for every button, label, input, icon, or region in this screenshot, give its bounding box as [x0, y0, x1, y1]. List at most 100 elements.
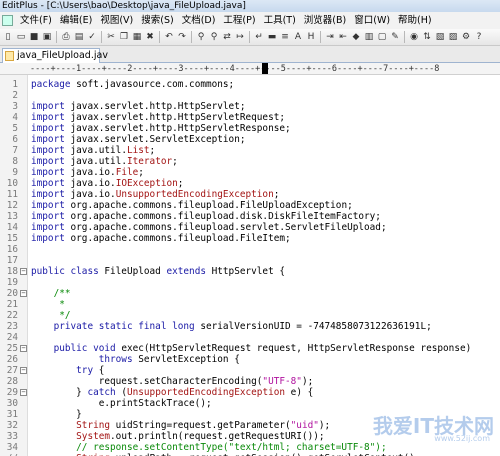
token-kw: catch [87, 387, 116, 398]
fold-toggle-icon[interactable]: − [20, 389, 27, 396]
code-line[interactable]: 28 request.setCharacterEncoding("UTF-8")… [0, 376, 500, 387]
fold-toggle-icon[interactable]: − [20, 268, 27, 275]
find-icon[interactable]: ⚲ [195, 31, 207, 44]
code-line[interactable]: 13 import org.apache.commons.fileupload.d… [0, 211, 500, 222]
token-plain: ); [318, 420, 331, 431]
code-editor[interactable]: 1 package soft.javasource.com.commons; 2 3 i… [0, 75, 500, 456]
indent-icon[interactable]: ⇥ [324, 31, 336, 44]
line-number: 28 [6, 376, 18, 387]
fold-toggle-icon[interactable]: − [20, 290, 27, 297]
menu-item-6[interactable]: 工具(T) [260, 13, 300, 28]
print-preview-icon[interactable]: ▤ [73, 31, 85, 44]
code-line[interactable]: 8 import java.util.Iterator; [0, 156, 500, 167]
column-select-icon[interactable]: ▥ [363, 31, 375, 44]
save-icon[interactable]: ■ [28, 31, 40, 44]
menu-item-8[interactable]: 窗口(W) [350, 13, 394, 28]
token-kw: try [31, 365, 94, 376]
code-line[interactable]: 15 import org.apache.commons.fileupload.F… [0, 233, 500, 244]
code-line[interactable]: 25− public void exec(HttpServletRequest … [0, 343, 500, 354]
code-line[interactable]: 16 [0, 244, 500, 255]
code-line[interactable]: 29− } catch (UnsupportedEncodingExceptio… [0, 387, 500, 398]
fold-toggle-icon[interactable]: − [20, 345, 27, 352]
cut-icon[interactable]: ✂ [105, 31, 117, 44]
bookmark-icon[interactable]: ◆ [350, 31, 362, 44]
help-icon[interactable]: ? [473, 31, 485, 44]
code-line[interactable]: 30 e.printStackTrace(); [0, 398, 500, 409]
font-icon[interactable]: A [292, 31, 304, 44]
find-next-icon[interactable]: ⚲ [208, 31, 220, 44]
code-line[interactable]: 21 * [0, 299, 500, 310]
token-cls: IOException [115, 178, 178, 189]
print-icon[interactable]: ⎙ [60, 31, 72, 44]
line-number: 17 [6, 255, 18, 266]
code-line[interactable]: 23 private static final long serialVersi… [0, 321, 500, 332]
code-line[interactable]: 7 import java.util.List; [0, 145, 500, 156]
menu-item-0[interactable]: 文件(F) [16, 13, 56, 28]
line-number: 18 [6, 266, 18, 277]
code-line[interactable]: 2 [0, 90, 500, 101]
code-line[interactable]: 1 package soft.javasource.com.commons; [0, 79, 500, 90]
view-toggle-icon[interactable]: ▢ [376, 31, 388, 44]
line-number: 11 [6, 189, 18, 200]
code-line[interactable]: 3 import javax.servlet.http.HttpServlet; [0, 101, 500, 112]
code-line[interactable]: 27− try { [0, 365, 500, 376]
code-line[interactable]: 24 [0, 332, 500, 343]
app-icon[interactable] [2, 15, 13, 26]
code-line[interactable]: 5 import javax.servlet.http.HttpServletRe… [0, 123, 500, 134]
code-line[interactable]: 12 import org.apache.commons.fileupload.F… [0, 200, 500, 211]
ftp-icon[interactable]: ⇅ [421, 31, 433, 44]
line-number-icon[interactable]: ≡ [279, 31, 291, 44]
token-plain: ( [115, 387, 127, 398]
code-text: import org.apache.commons.fileupload.ser… [31, 222, 387, 233]
copy-icon[interactable]: ❐ [118, 31, 130, 44]
browser-icon[interactable]: ◉ [408, 31, 420, 44]
menu-item-5[interactable]: 工程(P) [219, 13, 259, 28]
menu-item-9[interactable]: 帮助(H) [394, 13, 436, 28]
code-line[interactable]: 20− /** [0, 288, 500, 299]
undo-icon[interactable]: ↶ [163, 31, 175, 44]
directory-icon[interactable]: ▨ [447, 31, 459, 44]
goto-icon[interactable]: ↦ [234, 31, 246, 44]
code-line[interactable]: 19 [0, 277, 500, 288]
line-number: 19 [6, 277, 18, 288]
menu-item-2[interactable]: 视图(V) [96, 13, 137, 28]
code-line[interactable]: 11 import java.io.UnsupportedEncodingExce… [0, 189, 500, 200]
menu-item-3[interactable]: 搜索(S) [137, 13, 177, 28]
code-line[interactable]: 6 import javax.servlet.ServletException; [0, 134, 500, 145]
spell-check-icon[interactable]: ✓ [86, 31, 98, 44]
toolbar-separator [404, 31, 405, 43]
redo-icon[interactable]: ↷ [176, 31, 188, 44]
outdent-icon[interactable]: ⇤ [337, 31, 349, 44]
token-plain: ; [273, 189, 280, 200]
save-all-icon[interactable]: ▣ [41, 31, 53, 44]
code-line[interactable]: 17 [0, 255, 500, 266]
token-cmt: * [31, 299, 65, 310]
code-text: throws ServletException { [31, 354, 240, 365]
line-number: 3 [12, 101, 18, 112]
token-plain: org.apache.commons.fileupload.FileItem; [64, 233, 291, 244]
open-icon[interactable]: ▭ [15, 31, 27, 44]
menu-item-7[interactable]: 浏览器(B) [300, 13, 350, 28]
replace-icon[interactable]: ⇄ [221, 31, 233, 44]
user-tool-icon[interactable]: ⚙ [460, 31, 472, 44]
fold-toggle-icon[interactable]: − [20, 367, 27, 374]
token-plain: org.apache.commons.fileupload.disk.DiskF… [64, 211, 381, 222]
code-line[interactable]: 26 throws ServletException { [0, 354, 500, 365]
cliptext-icon[interactable]: ▧ [434, 31, 446, 44]
delete-icon[interactable]: ✖ [144, 31, 156, 44]
menu-item-4[interactable]: 文档(D) [178, 13, 220, 28]
tab-java-fileupload[interactable]: java_FileUpload.jav [2, 48, 108, 63]
word-wrap-icon[interactable]: ↵ [253, 31, 265, 44]
ruler-icon[interactable]: ▬ [266, 31, 278, 44]
code-line[interactable]: 4 import javax.servlet.http.HttpServletRe… [0, 112, 500, 123]
menu-item-1[interactable]: 编辑(E) [56, 13, 96, 28]
code-line[interactable]: 14 import org.apache.commons.fileupload.s… [0, 222, 500, 233]
paste-icon[interactable]: ▦ [131, 31, 143, 44]
code-line[interactable]: 9 import java.io.File; [0, 167, 500, 178]
new-file-icon[interactable]: ▯ [2, 31, 14, 44]
code-line[interactable]: 10 import java.io.IOException; [0, 178, 500, 189]
code-line[interactable]: 22 */ [0, 310, 500, 321]
code-line[interactable]: 18− public class FileUpload extends HttpS… [0, 266, 500, 277]
preferences-icon[interactable]: ✎ [389, 31, 401, 44]
hex-icon[interactable]: H [305, 31, 317, 44]
